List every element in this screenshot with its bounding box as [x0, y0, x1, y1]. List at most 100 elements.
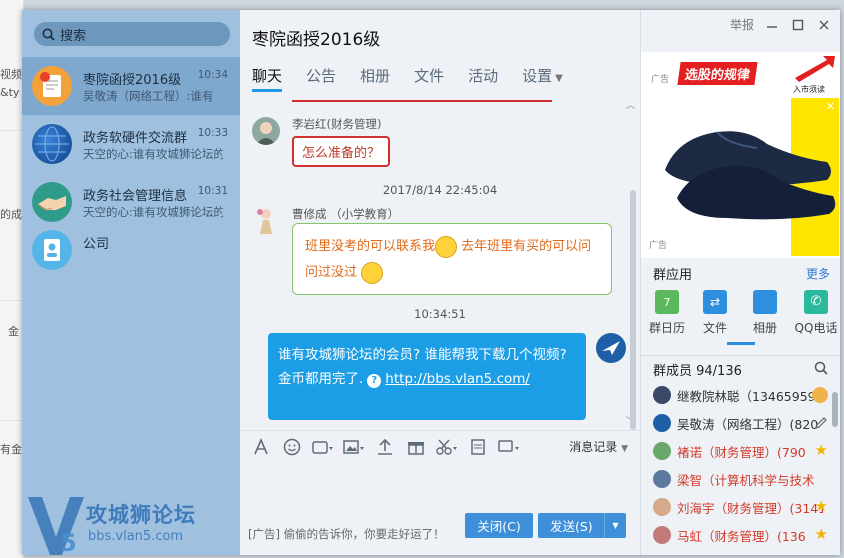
more-link[interactable]: 更多	[806, 265, 830, 282]
star-icon: ★	[814, 497, 828, 515]
star-icon: ★	[814, 525, 828, 543]
chat-tabs: 聊天 公告 相册 文件 活动 设置 ▼	[252, 65, 587, 92]
window-controls: 举报	[730, 16, 840, 33]
tab-files[interactable]: 文件	[414, 65, 444, 91]
star-icon: ★	[814, 441, 828, 459]
search-input[interactable]: 搜索	[34, 22, 230, 46]
scroll-up-icon[interactable]: ︿	[626, 98, 635, 111]
history-label: 消息记录	[569, 440, 618, 454]
member-row[interactable]: 梁智（计算机科学与技术	[653, 467, 823, 491]
tab-settings[interactable]: 设置 ▼	[522, 65, 563, 91]
background-text: 金	[8, 325, 19, 338]
group-info-panel: 举报 选股的规律 入市须读 广告 广告 ✕ 群应用 更多 7 群日历 ⇄ 文件 …	[640, 10, 840, 555]
report-button[interactable]: 举报	[730, 16, 754, 33]
background-text: &ty	[0, 86, 20, 99]
gift-icon[interactable]	[405, 436, 427, 458]
conversation-sidebar: 搜索 枣院函授2016级 吴敬涛（网络工程）:谁有 10:34 政务软硬件交流群…	[22, 10, 240, 555]
conversation-name: 政务社会管理信息	[83, 189, 188, 204]
send-label: 发送(S)	[550, 519, 593, 534]
message-list: ︿ 李岩红(财务管理) 怎么准备的？ 2017/8/14 22:45:04 曹修…	[240, 96, 640, 426]
conversation-time: 10:31	[197, 185, 228, 197]
emoji-icon[interactable]	[281, 436, 303, 458]
message-text: 问过没过	[305, 265, 358, 280]
member-row[interactable]: 刘海宇（财务管理）(3141	[653, 495, 823, 519]
message-timestamp: 10:34:51	[414, 307, 466, 321]
maximize-icon[interactable]	[792, 19, 804, 31]
avatar	[32, 230, 72, 270]
chevron-down-icon[interactable]: ▼	[604, 513, 626, 538]
member-name: 刘海宇（财务管理）(3141	[677, 500, 823, 516]
close-button[interactable]: 关闭(C)	[465, 513, 533, 538]
app-label: QQ电话	[794, 321, 838, 335]
member-row[interactable]: 马虹（财务管理）(136	[653, 523, 823, 547]
conversation-preview: 天空的心:谁有攻城狮论坛的	[83, 147, 223, 161]
sender-name: 曹修成 （小学教育）	[292, 207, 400, 221]
group-apps-title: 群应用	[653, 268, 693, 283]
app-qq-call[interactable]: ✆ QQ电话	[791, 290, 840, 336]
message-bubble: 班里没考的可以联系我 去年班里有买的可以问 问过没过	[292, 223, 612, 295]
ad-tag: 广告	[651, 75, 670, 85]
members-scrollbar[interactable]	[832, 392, 838, 427]
avatar[interactable]	[252, 117, 280, 145]
tab-activity[interactable]: 活动	[468, 65, 498, 91]
edit-icon[interactable]	[814, 416, 828, 430]
avatar[interactable]	[596, 333, 626, 363]
upload-icon[interactable]	[374, 436, 396, 458]
font-icon[interactable]	[250, 436, 272, 458]
divider	[0, 420, 24, 421]
member-name: 马虹（财务管理）(136	[677, 528, 806, 544]
minimize-icon[interactable]	[766, 19, 778, 31]
member-row[interactable]: 吴敬涛（网络工程）(820	[653, 411, 823, 435]
app-album[interactable]: 相册	[743, 290, 787, 336]
arrow-icon	[795, 56, 835, 82]
ad-headline: 选股的规律	[677, 62, 758, 85]
conversation-preview: 天空的心:谁有攻城狮论坛的	[83, 205, 223, 219]
ad-banner[interactable]: 选股的规律 入市须读 广告 广告 ✕	[641, 52, 840, 258]
background-text: 的成	[0, 208, 22, 221]
tab-album[interactable]: 相册	[360, 65, 390, 91]
conversation-item[interactable]: 政务软硬件交流群 天空的心:谁有攻城狮论坛的 10:33	[22, 115, 240, 173]
gif-icon[interactable]	[312, 436, 334, 458]
file-transfer-icon: ⇄	[703, 290, 727, 314]
close-icon[interactable]: ✕	[826, 100, 835, 113]
group-title: 枣院函授2016级	[252, 30, 381, 50]
chat-panel: 枣院函授2016级 聊天 公告 相册 文件 活动 设置 ▼ ︿ 李岩红(财务管理)…	[240, 10, 640, 555]
chevron-down-icon: ▼	[621, 444, 628, 454]
avatar	[653, 526, 671, 544]
carousel-indicator	[727, 342, 755, 345]
send-button[interactable]: 发送(S) ▼	[538, 513, 626, 538]
member-name: 继教院林聪（13465959	[677, 388, 816, 404]
document-icon[interactable]	[467, 436, 489, 458]
conversation-item[interactable]: 公司	[22, 221, 240, 279]
conversation-name: 政务软硬件交流群	[83, 131, 188, 146]
search-placeholder: 搜索	[60, 28, 87, 44]
scissors-icon[interactable]	[436, 436, 458, 458]
avatar	[653, 414, 671, 432]
app-calendar[interactable]: 7 群日历	[645, 290, 689, 336]
message-history-link[interactable]: 消息记录 ▼	[569, 438, 628, 455]
more-icon[interactable]	[498, 436, 520, 458]
tab-chat[interactable]: 聊天	[252, 65, 283, 92]
tab-settings-label: 设置	[522, 67, 553, 85]
close-icon[interactable]	[818, 19, 830, 31]
shoe-icon	[665, 131, 836, 220]
qq-chat-window: 搜索 枣院函授2016级 吴敬涛（网络工程）:谁有 10:34 政务软硬件交流群…	[22, 10, 840, 555]
phone-icon: ✆	[804, 290, 828, 314]
chevron-down-icon: ▼	[555, 73, 563, 84]
grin-emoji-icon	[361, 261, 384, 284]
message-link[interactable]: http://bbs.vlan5.com/	[385, 371, 530, 387]
member-row[interactable]: 继教院林聪（13465959	[653, 383, 823, 407]
confused-emoji-icon	[435, 235, 458, 258]
avatar[interactable]	[254, 206, 278, 234]
conversation-item[interactable]: 枣院函授2016级 吴敬涛（网络工程）:谁有 10:34	[22, 57, 240, 115]
text-ad[interactable]: [广告] 偷偷的告诉你，你要走好运了！	[248, 526, 445, 542]
member-name: 梁智（计算机科学与技术	[677, 472, 815, 488]
member-row[interactable]: 褚诺（财务管理）(790	[653, 439, 823, 463]
conversation-name: 枣院函授2016级	[83, 73, 182, 88]
image-icon[interactable]	[343, 436, 365, 458]
tab-announcement[interactable]: 公告	[306, 65, 336, 91]
partial-bubble	[292, 96, 552, 102]
search-icon[interactable]	[814, 361, 828, 375]
message-scrollbar[interactable]	[630, 190, 636, 430]
app-files[interactable]: ⇄ 文件	[693, 290, 737, 336]
